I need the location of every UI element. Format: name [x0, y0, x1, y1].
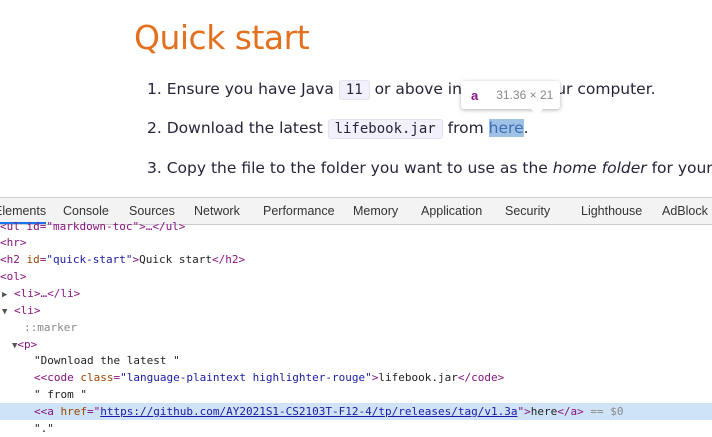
- dom-node-a-selected[interactable]: <<a href="https://github.com/AY2021S1-CS…: [0, 403, 712, 420]
- tab-lighthouse[interactable]: Lighthouse: [581, 204, 642, 218]
- dom-node-code[interactable]: <<code class="language-plaintext highlig…: [34, 369, 712, 386]
- item-number: 1.: [147, 80, 162, 98]
- item-number: 2.: [147, 119, 162, 137]
- tab-adblock[interactable]: AdBlock: [662, 204, 708, 218]
- dom-node-h2[interactable]: <h2 id="quick-start">Quick start</h2>: [0, 251, 712, 268]
- dom-node-li-collapsed[interactable]: ▶ <li>…</li>: [2, 285, 712, 302]
- href-link[interactable]: https://github.com/AY2021S1-CS2103T-F12-…: [100, 405, 517, 418]
- dom-node-p[interactable]: ▼<p>: [12, 336, 712, 353]
- item-text: for your Lifebook: [651, 159, 712, 177]
- collapse-arrow-icon[interactable]: ▼: [2, 307, 7, 317]
- inline-code: lifebook.jar: [327, 119, 443, 139]
- dom-text-node[interactable]: " from ": [34, 386, 712, 403]
- dom-node-hr[interactable]: <hr>: [0, 234, 712, 251]
- inspect-tooltip: a 31.36 × 21: [461, 81, 560, 115]
- tab-memory[interactable]: Memory: [353, 204, 398, 218]
- dom-tree: <ul id="markdown-toc">…</ul> <hr> <h2 id…: [0, 220, 712, 435]
- item-text: .: [523, 119, 529, 137]
- expand-arrow-icon[interactable]: ▶: [2, 290, 7, 300]
- here-link[interactable]: here: [488, 119, 524, 137]
- dom-node-marker[interactable]: ::marker: [24, 319, 712, 336]
- list-item: 3. Copy the file to the folder you want …: [147, 159, 712, 177]
- page-heading: Quick start: [134, 18, 310, 57]
- tab-performance[interactable]: Performance: [263, 204, 335, 218]
- item-text: Copy the file to the folder you want to …: [166, 159, 553, 177]
- list-item: 2. Download the latest lifebook.jar from…: [147, 119, 529, 139]
- rendered-page: Quick start 1. Ensure you have Java 11 o…: [0, 0, 712, 197]
- tooltip-size: 31.36 × 21: [496, 88, 554, 102]
- dom-node-li[interactable]: ▼ <li>: [2, 302, 712, 319]
- tooltip-tag: a: [471, 87, 479, 103]
- item-text: Ensure you have Java: [166, 80, 339, 98]
- dom-node-ol[interactable]: <ol>: [0, 268, 712, 285]
- inline-code: 11: [338, 80, 370, 100]
- list-item: 1. Ensure you have Java 11 or above inst…: [147, 80, 656, 100]
- item-emphasis: home folder: [552, 159, 647, 177]
- dom-text-node[interactable]: "Download the latest ": [34, 352, 712, 369]
- item-text: Download the latest: [166, 119, 328, 137]
- item-text: from: [442, 119, 489, 137]
- tab-security[interactable]: Security: [505, 204, 550, 218]
- tab-network[interactable]: Network: [194, 204, 240, 218]
- dom-node-ul[interactable]: <ul id="markdown-toc">…</ul>: [0, 218, 712, 235]
- item-number: 3.: [147, 159, 162, 177]
- tab-console[interactable]: Console: [63, 204, 109, 218]
- dom-text-node[interactable]: ".": [34, 420, 712, 437]
- tab-sources[interactable]: Sources: [129, 204, 175, 218]
- tab-application[interactable]: Application: [421, 204, 482, 218]
